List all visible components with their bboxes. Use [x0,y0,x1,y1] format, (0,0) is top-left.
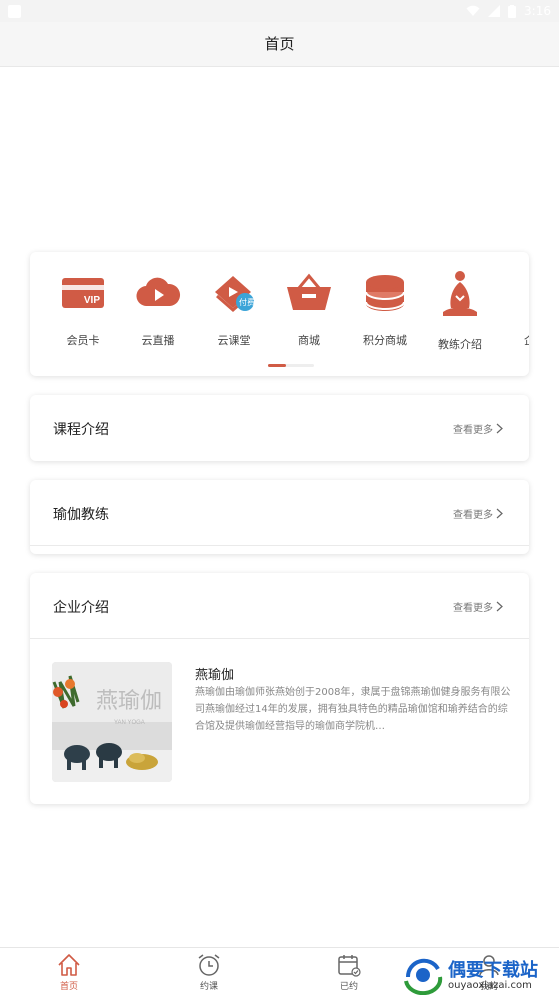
wifi-icon [466,5,480,16]
menu-label-vip-card: 会员卡 [66,334,100,347]
coach-divider [30,545,529,546]
svg-text:燕瑜伽: 燕瑜伽 [96,689,162,714]
company-section: 企业介绍 查看更多 燕瑜伽 YAN YOGA 燕瑜伽 燕瑜伽由瑜伽师张燕始创于2… [30,573,529,804]
company-section-title: 企业介绍 [53,600,109,616]
company-more-label: 查看更多 [453,603,493,614]
yoga-coach-icon [443,271,477,316]
calendar-check-icon [338,955,361,977]
course-section: 课程介绍 查看更多 [30,395,529,461]
company-divider [30,638,529,639]
menu-item-cloud-class[interactable]: 付费 云课堂 [199,270,269,348]
course-more-label: 查看更多 [453,425,493,436]
tab-home-label: 首页 [59,982,78,992]
menu-label-coach-intro: 教练介绍 [438,338,482,351]
watermark-logo-icon [404,958,443,995]
coach-section: 瑜伽教练 查看更多 [30,480,529,554]
chevron-right-icon [496,601,503,612]
battery-icon [508,4,517,18]
notification-icon [8,5,21,18]
coach-section-title: 瑜伽教练 [53,507,109,523]
svg-text:VIP: VIP [84,295,100,306]
watermark-url: ouyaoxiazai.com [448,980,532,991]
chevron-right-icon [496,508,503,519]
alarm-clock-icon [198,954,220,976]
tab-book-class[interactable]: 约课 [174,952,244,992]
course-more-link[interactable]: 查看更多 [453,421,503,436]
cloud-live-icon [136,277,181,307]
page-title: 首页 [0,22,559,67]
company-name: 燕瑜伽 [195,668,235,683]
coach-more-link[interactable]: 查看更多 [453,506,503,521]
course-section-title: 课程介绍 [53,422,109,438]
watermark-title: 偶要下载站 [448,960,538,981]
company-icon [512,270,529,314]
menu-card: VIP 会员卡 云直播 付费 云课堂 商城 积分商城 教练介绍 [30,252,529,376]
company-item[interactable]: 燕瑜伽 YAN YOGA 燕瑜伽 燕瑜伽由瑜伽师张燕始创于2008年，隶属于盘锦… [52,662,512,782]
watermark: 偶要下载站 ouyaoxiazai.com [402,955,559,995]
svg-text:YAN YOGA: YAN YOGA [114,720,145,726]
tab-home[interactable]: 首页 [34,952,104,992]
menu-label-company: 企业 [500,332,529,348]
menu-label-cloud-class: 云课堂 [217,334,251,347]
company-more-link[interactable]: 查看更多 [453,599,503,614]
menu-item-vip-card[interactable]: VIP 会员卡 [48,270,118,348]
menu-item-coach-intro[interactable]: 教练介绍 [425,270,495,352]
shop-basket-icon [287,273,331,310]
chevron-right-icon [496,423,503,434]
menu-scroller[interactable]: VIP 会员卡 云直播 付费 云课堂 商城 积分商城 教练介绍 [30,252,529,362]
status-bar: 3:16 [0,0,559,22]
page-indicator [268,364,314,367]
tab-booked[interactable]: 已约 [314,952,384,992]
page-indicator-active [268,364,286,367]
status-time: 3:16 [524,4,551,18]
menu-item-cloud-live[interactable]: 云直播 [123,270,193,348]
menu-label-shop: 商城 [298,334,320,347]
menu-item-shop[interactable]: 商城 [274,270,344,348]
paid-badge: 付费 [239,298,255,307]
coach-more-label: 查看更多 [453,510,493,521]
menu-label-cloud-live: 云直播 [141,334,175,347]
menu-item-company[interactable]: 企业 [500,270,529,348]
vip-card-icon: VIP [62,278,104,308]
company-description: 燕瑜伽由瑜伽师张燕始创于2008年，隶属于盘锦燕瑜伽健身服务有限公司燕瑜伽经过1… [195,687,511,732]
signal-icon [488,5,501,17]
company-section-header: 企业介绍 查看更多 [30,573,529,639]
course-section-header: 课程介绍 查看更多 [30,395,529,461]
coach-section-header: 瑜伽教练 查看更多 [30,480,529,546]
menu-item-points-shop[interactable]: 积分商城 [350,270,420,348]
tab-book-class-label: 约课 [199,982,218,992]
home-icon [58,954,80,976]
points-coins-icon [365,275,405,311]
menu-label-points-shop: 积分商城 [363,334,407,347]
company-photo: 燕瑜伽 YAN YOGA [52,662,172,782]
tab-booked-label: 已约 [339,982,358,992]
